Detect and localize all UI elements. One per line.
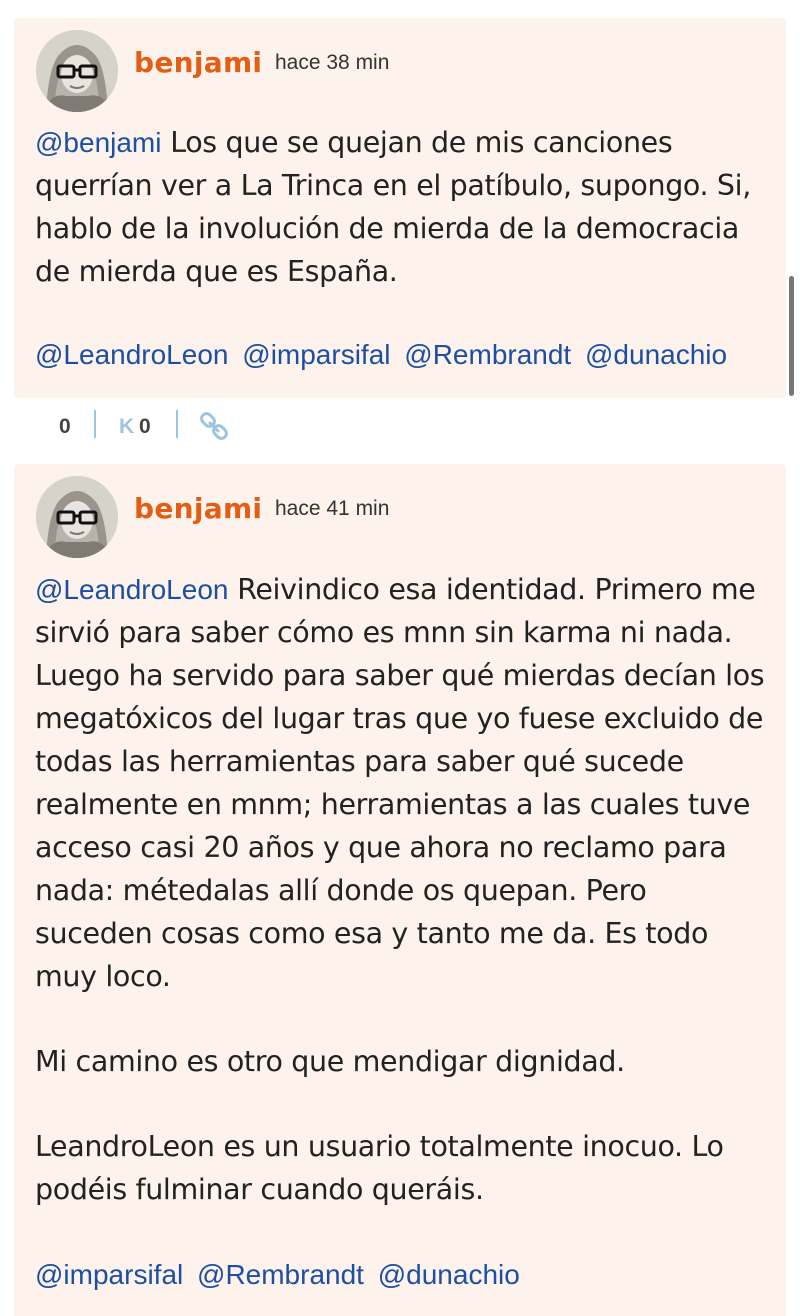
mention-link[interactable]: @LeandroLeon — [35, 574, 228, 605]
username[interactable]: benjami — [134, 492, 262, 525]
mentions-list: @LeandroLeon @imparsifal @Rembrandt @dun… — [35, 339, 733, 371]
scrollbar[interactable] — [789, 276, 794, 396]
mention-link[interactable]: @dunachio — [378, 1259, 520, 1290]
mention-link[interactable]: @Rembrandt — [404, 339, 571, 370]
karma-value: 0 — [139, 415, 151, 438]
vote-count[interactable]: 0 — [59, 415, 71, 439]
comment-card: benjami hace 41 min @LeandroLeon Reivind… — [14, 464, 786, 1316]
karma-label: K — [119, 415, 135, 438]
comment-body: @benjami Los que se quejan de mis cancio… — [35, 121, 770, 293]
mention-link[interactable]: @imparsifal — [35, 1259, 183, 1290]
comment-actions-bar: 0 K 0 — [0, 402, 800, 450]
comment-text: Reivindico esa identidad. Primero me sir… — [35, 573, 765, 993]
avatar-image — [36, 476, 118, 558]
mention-link[interactable]: @dunachio — [585, 339, 727, 370]
username[interactable]: benjami — [134, 46, 262, 79]
mention-link[interactable]: @LeandroLeon — [35, 339, 228, 370]
comment-body: @LeandroLeon Reivindico esa identidad. P… — [35, 568, 770, 1211]
divider — [176, 410, 178, 438]
comment-paragraph: LeandroLeon es un usuario totalmente ino… — [35, 1130, 724, 1206]
comment-card: benjami hace 38 min @benjami Los que se … — [14, 18, 786, 398]
comment-timestamp[interactable]: hace 38 min — [275, 51, 389, 75]
avatar[interactable] — [36, 30, 118, 112]
avatar[interactable] — [36, 476, 118, 558]
comment-timestamp[interactable]: hace 41 min — [275, 497, 389, 521]
mention-link[interactable]: @benjami — [35, 127, 161, 158]
comment-paragraph: Mi camino es otro que mendigar dignidad. — [35, 1045, 625, 1078]
mentions-list: @imparsifal @Rembrandt @dunachio — [35, 1259, 526, 1291]
mention-link[interactable]: @imparsifal — [242, 339, 390, 370]
avatar-image — [36, 30, 118, 112]
link-icon[interactable] — [197, 410, 231, 444]
divider — [94, 410, 96, 438]
mention-link[interactable]: @Rembrandt — [197, 1259, 364, 1290]
